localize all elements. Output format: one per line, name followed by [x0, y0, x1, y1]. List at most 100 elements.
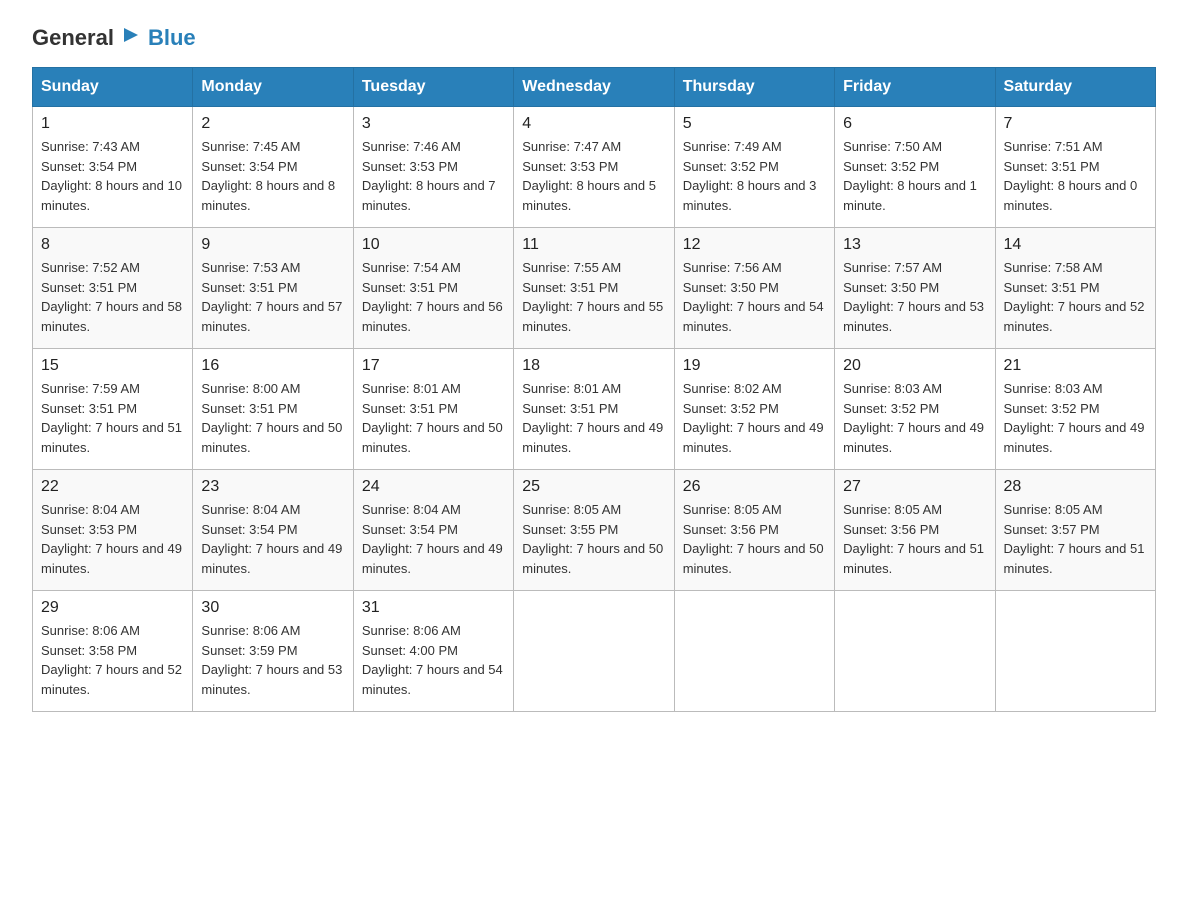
- day-number: 28: [1004, 478, 1147, 496]
- day-info: Sunrise: 7:52 AM Sunset: 3:51 PM Dayligh…: [41, 258, 184, 336]
- day-cell: 23 Sunrise: 8:04 AM Sunset: 3:54 PM Dayl…: [193, 470, 353, 591]
- day-info: Sunrise: 8:01 AM Sunset: 3:51 PM Dayligh…: [522, 379, 665, 457]
- day-number: 14: [1004, 236, 1147, 254]
- header-saturday: Saturday: [995, 68, 1155, 107]
- week-row-4: 22 Sunrise: 8:04 AM Sunset: 3:53 PM Dayl…: [33, 470, 1156, 591]
- day-info: Sunrise: 7:54 AM Sunset: 3:51 PM Dayligh…: [362, 258, 505, 336]
- day-info: Sunrise: 7:46 AM Sunset: 3:53 PM Dayligh…: [362, 137, 505, 215]
- day-info: Sunrise: 7:56 AM Sunset: 3:50 PM Dayligh…: [683, 258, 826, 336]
- header-tuesday: Tuesday: [353, 68, 513, 107]
- day-number: 27: [843, 478, 986, 496]
- day-cell: 1 Sunrise: 7:43 AM Sunset: 3:54 PM Dayli…: [33, 107, 193, 228]
- day-number: 31: [362, 599, 505, 617]
- day-number: 24: [362, 478, 505, 496]
- day-info: Sunrise: 8:03 AM Sunset: 3:52 PM Dayligh…: [1004, 379, 1147, 457]
- day-number: 26: [683, 478, 826, 496]
- day-info: Sunrise: 8:05 AM Sunset: 3:56 PM Dayligh…: [683, 500, 826, 578]
- day-number: 15: [41, 357, 184, 375]
- day-cell: 4 Sunrise: 7:47 AM Sunset: 3:53 PM Dayli…: [514, 107, 674, 228]
- day-number: 25: [522, 478, 665, 496]
- day-number: 9: [201, 236, 344, 254]
- day-cell: [674, 591, 834, 712]
- week-row-1: 1 Sunrise: 7:43 AM Sunset: 3:54 PM Dayli…: [33, 107, 1156, 228]
- calendar-table: SundayMondayTuesdayWednesdayThursdayFrid…: [32, 67, 1156, 712]
- day-info: Sunrise: 8:05 AM Sunset: 3:55 PM Dayligh…: [522, 500, 665, 578]
- day-info: Sunrise: 8:06 AM Sunset: 4:00 PM Dayligh…: [362, 621, 505, 699]
- header-monday: Monday: [193, 68, 353, 107]
- day-cell: 28 Sunrise: 8:05 AM Sunset: 3:57 PM Dayl…: [995, 470, 1155, 591]
- day-info: Sunrise: 7:45 AM Sunset: 3:54 PM Dayligh…: [201, 137, 344, 215]
- week-row-5: 29 Sunrise: 8:06 AM Sunset: 3:58 PM Dayl…: [33, 591, 1156, 712]
- day-info: Sunrise: 8:04 AM Sunset: 3:53 PM Dayligh…: [41, 500, 184, 578]
- page-header: General Blue: [32, 24, 1156, 51]
- day-cell: 9 Sunrise: 7:53 AM Sunset: 3:51 PM Dayli…: [193, 228, 353, 349]
- day-cell: 13 Sunrise: 7:57 AM Sunset: 3:50 PM Dayl…: [835, 228, 995, 349]
- day-info: Sunrise: 8:03 AM Sunset: 3:52 PM Dayligh…: [843, 379, 986, 457]
- day-cell: 20 Sunrise: 8:03 AM Sunset: 3:52 PM Dayl…: [835, 349, 995, 470]
- week-row-2: 8 Sunrise: 7:52 AM Sunset: 3:51 PM Dayli…: [33, 228, 1156, 349]
- calendar-header-row: SundayMondayTuesdayWednesdayThursdayFrid…: [33, 68, 1156, 107]
- day-info: Sunrise: 8:00 AM Sunset: 3:51 PM Dayligh…: [201, 379, 344, 457]
- day-number: 4: [522, 115, 665, 133]
- day-cell: 10 Sunrise: 7:54 AM Sunset: 3:51 PM Dayl…: [353, 228, 513, 349]
- day-cell: 27 Sunrise: 8:05 AM Sunset: 3:56 PM Dayl…: [835, 470, 995, 591]
- day-cell: 22 Sunrise: 8:04 AM Sunset: 3:53 PM Dayl…: [33, 470, 193, 591]
- day-info: Sunrise: 8:05 AM Sunset: 3:57 PM Dayligh…: [1004, 500, 1147, 578]
- day-info: Sunrise: 8:01 AM Sunset: 3:51 PM Dayligh…: [362, 379, 505, 457]
- day-number: 29: [41, 599, 184, 617]
- day-info: Sunrise: 7:49 AM Sunset: 3:52 PM Dayligh…: [683, 137, 826, 215]
- day-number: 11: [522, 236, 665, 254]
- logo-arrow-icon: [120, 24, 142, 51]
- day-info: Sunrise: 7:58 AM Sunset: 3:51 PM Dayligh…: [1004, 258, 1147, 336]
- day-cell: 30 Sunrise: 8:06 AM Sunset: 3:59 PM Dayl…: [193, 591, 353, 712]
- day-number: 13: [843, 236, 986, 254]
- day-cell: 11 Sunrise: 7:55 AM Sunset: 3:51 PM Dayl…: [514, 228, 674, 349]
- day-info: Sunrise: 7:53 AM Sunset: 3:51 PM Dayligh…: [201, 258, 344, 336]
- day-cell: 15 Sunrise: 7:59 AM Sunset: 3:51 PM Dayl…: [33, 349, 193, 470]
- day-number: 5: [683, 115, 826, 133]
- day-info: Sunrise: 7:51 AM Sunset: 3:51 PM Dayligh…: [1004, 137, 1147, 215]
- day-number: 10: [362, 236, 505, 254]
- day-number: 30: [201, 599, 344, 617]
- day-info: Sunrise: 8:05 AM Sunset: 3:56 PM Dayligh…: [843, 500, 986, 578]
- day-cell: 16 Sunrise: 8:00 AM Sunset: 3:51 PM Dayl…: [193, 349, 353, 470]
- day-number: 7: [1004, 115, 1147, 133]
- day-number: 12: [683, 236, 826, 254]
- day-number: 21: [1004, 357, 1147, 375]
- day-cell: [995, 591, 1155, 712]
- day-info: Sunrise: 7:50 AM Sunset: 3:52 PM Dayligh…: [843, 137, 986, 215]
- day-cell: 2 Sunrise: 7:45 AM Sunset: 3:54 PM Dayli…: [193, 107, 353, 228]
- day-cell: 6 Sunrise: 7:50 AM Sunset: 3:52 PM Dayli…: [835, 107, 995, 228]
- day-info: Sunrise: 7:43 AM Sunset: 3:54 PM Dayligh…: [41, 137, 184, 215]
- day-info: Sunrise: 8:04 AM Sunset: 3:54 PM Dayligh…: [362, 500, 505, 578]
- day-number: 18: [522, 357, 665, 375]
- day-cell: 21 Sunrise: 8:03 AM Sunset: 3:52 PM Dayl…: [995, 349, 1155, 470]
- logo-text: General: [32, 25, 114, 51]
- day-number: 23: [201, 478, 344, 496]
- day-number: 20: [843, 357, 986, 375]
- day-number: 1: [41, 115, 184, 133]
- day-cell: 3 Sunrise: 7:46 AM Sunset: 3:53 PM Dayli…: [353, 107, 513, 228]
- header-thursday: Thursday: [674, 68, 834, 107]
- header-sunday: Sunday: [33, 68, 193, 107]
- day-info: Sunrise: 8:06 AM Sunset: 3:58 PM Dayligh…: [41, 621, 184, 699]
- day-info: Sunrise: 7:55 AM Sunset: 3:51 PM Dayligh…: [522, 258, 665, 336]
- day-number: 8: [41, 236, 184, 254]
- day-cell: 29 Sunrise: 8:06 AM Sunset: 3:58 PM Dayl…: [33, 591, 193, 712]
- day-cell: 19 Sunrise: 8:02 AM Sunset: 3:52 PM Dayl…: [674, 349, 834, 470]
- logo-blue-text: Blue: [148, 25, 196, 51]
- day-number: 2: [201, 115, 344, 133]
- day-number: 22: [41, 478, 184, 496]
- day-cell: 26 Sunrise: 8:05 AM Sunset: 3:56 PM Dayl…: [674, 470, 834, 591]
- day-info: Sunrise: 8:02 AM Sunset: 3:52 PM Dayligh…: [683, 379, 826, 457]
- day-number: 17: [362, 357, 505, 375]
- day-cell: 7 Sunrise: 7:51 AM Sunset: 3:51 PM Dayli…: [995, 107, 1155, 228]
- day-info: Sunrise: 8:04 AM Sunset: 3:54 PM Dayligh…: [201, 500, 344, 578]
- day-cell: 31 Sunrise: 8:06 AM Sunset: 4:00 PM Dayl…: [353, 591, 513, 712]
- day-info: Sunrise: 7:57 AM Sunset: 3:50 PM Dayligh…: [843, 258, 986, 336]
- day-info: Sunrise: 7:47 AM Sunset: 3:53 PM Dayligh…: [522, 137, 665, 215]
- day-cell: 5 Sunrise: 7:49 AM Sunset: 3:52 PM Dayli…: [674, 107, 834, 228]
- day-cell: 18 Sunrise: 8:01 AM Sunset: 3:51 PM Dayl…: [514, 349, 674, 470]
- day-cell: 25 Sunrise: 8:05 AM Sunset: 3:55 PM Dayl…: [514, 470, 674, 591]
- day-number: 6: [843, 115, 986, 133]
